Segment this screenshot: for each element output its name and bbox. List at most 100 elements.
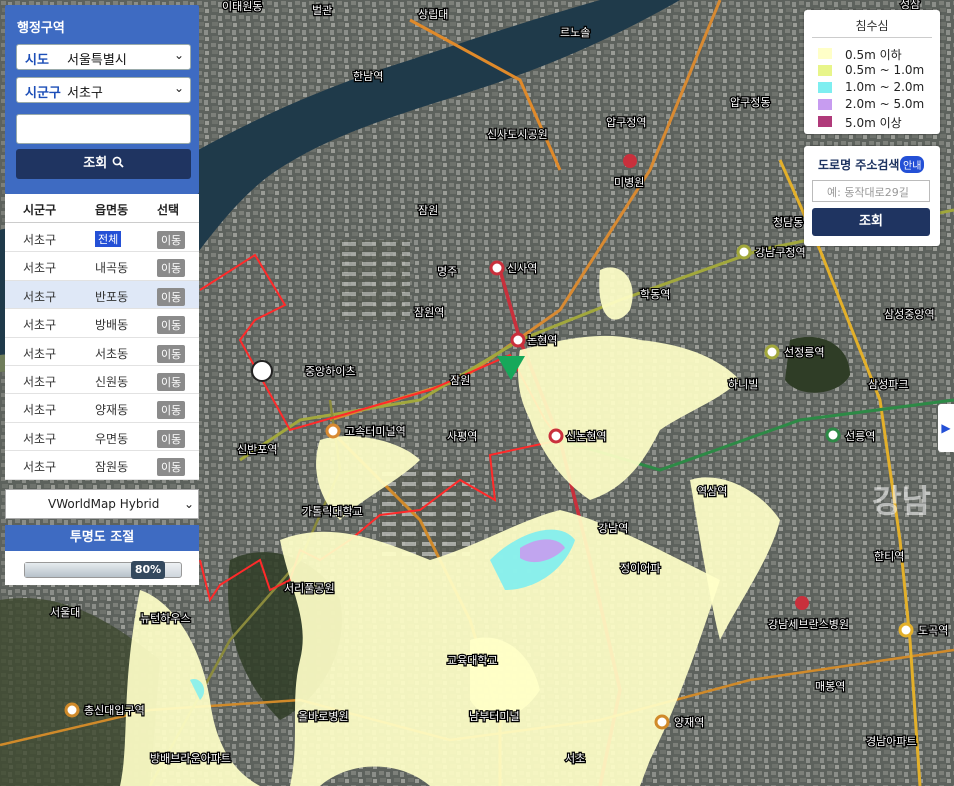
map-label: 잠원	[418, 204, 438, 217]
sido-select[interactable]: 시도 서울특별시 ⌄	[16, 44, 191, 70]
cell-dong[interactable]: 전체	[95, 231, 122, 247]
basemap-select[interactable]: VWorldMap Hybrid ⌄	[5, 489, 199, 519]
table-row[interactable]: 서초구 양재동 이동	[5, 394, 199, 422]
search-icon	[112, 156, 124, 168]
cell-dong: 신원동	[95, 375, 129, 389]
map-label: 강남구청역	[755, 246, 806, 259]
move-button[interactable]: 이동	[157, 259, 186, 278]
cell-dong: 내곡동	[95, 261, 129, 276]
map-label: 신논현역	[566, 430, 606, 443]
map-label: 서초	[565, 752, 585, 765]
basemap-value: VWorldMap Hybrid	[48, 497, 160, 511]
legend-swatch	[818, 116, 832, 127]
cell-sigungu: 서초구	[23, 289, 57, 304]
opacity-panel: 투명도 조절 80%	[5, 525, 199, 585]
map-label: 잠원역	[414, 306, 444, 319]
admin-region-panel: 행정구역 시도 서울특별시 ⌄ 시군구 서초구 ⌄ 조회	[5, 5, 199, 194]
slider-handle[interactable]: 80%	[131, 561, 165, 579]
sigungu-value: 서초구	[67, 86, 103, 101]
legend-title: 침수심	[855, 19, 889, 33]
panel-title: 행정구역	[17, 21, 65, 36]
map-label: 사평역	[447, 430, 477, 443]
map-label: 잠원	[450, 374, 470, 387]
map-label: 한남역	[353, 70, 383, 83]
hospital-icon	[795, 596, 809, 610]
station-icon	[898, 622, 914, 638]
map-label: 올바로병원	[298, 710, 349, 723]
table-row[interactable]: 서초구 우면동 이동	[5, 423, 199, 451]
legend-swatch	[818, 82, 832, 93]
map-label: 논현역	[527, 334, 557, 347]
map-label: 뉴턴하우스	[140, 611, 191, 625]
chevron-down-icon: ⌄	[173, 81, 184, 95]
cell-dong: 방배동	[95, 318, 129, 333]
map-label: 신반포역	[237, 443, 277, 456]
sigungu-select[interactable]: 시군구 서초구 ⌄	[16, 77, 191, 103]
map-label: 강남역	[598, 522, 628, 535]
table-row[interactable]: 서초구 내곡동 이동	[5, 252, 199, 280]
guide-badge[interactable]: 안내	[900, 156, 925, 173]
map-label: 하니빌	[728, 377, 758, 391]
legend-label: 5.0m 이상	[845, 116, 902, 130]
map-label: 미병원	[614, 176, 644, 189]
station-icon	[654, 714, 670, 730]
table-row[interactable]: 서초구 잠원동 이동	[5, 451, 199, 479]
road-address-input[interactable]: 예: 동작대로29길	[812, 180, 930, 202]
station-icon	[325, 423, 341, 439]
cell-sigungu: 서초구	[23, 431, 57, 446]
map-label: 한티역	[874, 550, 904, 563]
map-label: 상립대	[418, 8, 448, 21]
station-icon	[736, 244, 752, 260]
search-button-label: 조회	[83, 156, 108, 171]
expand-panel-button[interactable]: ▶	[938, 404, 954, 452]
cell-dong: 우면동	[95, 431, 129, 446]
map-label: 남부터미널	[469, 710, 520, 723]
move-button[interactable]: 이동	[157, 231, 186, 249]
move-button[interactable]: 이동	[157, 287, 186, 306]
map-label: 압구정동	[730, 96, 770, 109]
move-button[interactable]: 이동	[157, 373, 186, 391]
legend-swatch	[818, 99, 832, 110]
map-label: 압구정역	[606, 116, 646, 129]
table-row[interactable]: 서초구 방배동 이동	[5, 309, 199, 337]
map-label: 명주	[437, 265, 457, 278]
map-label: 매봉역	[815, 680, 845, 693]
cell-dong: 양재동	[95, 403, 129, 418]
map-label: 총신대입구역	[84, 704, 145, 717]
map-label: 역삼역	[697, 485, 727, 498]
table-row[interactable]: 서초구 전체 이동	[5, 224, 199, 252]
column-header: 읍면동	[95, 203, 129, 217]
move-button[interactable]: 이동	[157, 401, 186, 420]
table-row[interactable]: 서초구 신원동 이동	[5, 366, 199, 394]
table-row[interactable]: 서초구 반포동 이동	[5, 280, 199, 309]
opacity-slider[interactable]: 80%	[24, 561, 182, 579]
station-icon	[510, 332, 526, 348]
cell-sigungu: 서초구	[23, 346, 57, 361]
tunnel-icon	[251, 360, 273, 382]
apartment-block	[340, 240, 410, 320]
flood-depth-legend: 침수심 0.5m 이하 0.5m ~ 1.0m 1.0m ~ 2.0m 2.0m ~ …	[804, 10, 940, 134]
dong-search-input[interactable]	[16, 114, 191, 144]
dong-table: 시군구 읍면동 선택 서초구 전체 이동 서초구 내곡동 이동 서초구 반포동 이동 서초구 방배동…	[5, 194, 199, 480]
legend-swatch	[818, 48, 832, 59]
map-label: 삼성파크	[868, 378, 908, 391]
search-button[interactable]: 조회	[16, 149, 191, 179]
map-label: 도곡역	[918, 624, 948, 637]
cell-sigungu: 서초구	[23, 233, 57, 247]
move-button[interactable]: 이동	[157, 316, 186, 335]
sido-value: 서울특별시	[67, 53, 127, 68]
cell-sigungu: 서초구	[23, 375, 57, 389]
road-search-button[interactable]: 조회	[812, 208, 930, 236]
chevron-down-icon: ⌄	[173, 48, 184, 62]
chevron-down-icon: ⌄	[183, 497, 194, 511]
legend-label: 2.0m ~ 5.0m	[845, 97, 925, 111]
map-label: 가톨릭대학교	[302, 505, 363, 518]
move-button[interactable]: 이동	[157, 344, 186, 363]
move-button[interactable]: 이동	[157, 458, 186, 477]
column-header: 선택	[157, 203, 180, 217]
map-label: 서리풀공원	[284, 582, 335, 595]
road-address-search-panel: 도로명 주소검색 안내 예: 동작대로29길 조회	[804, 146, 940, 246]
move-button[interactable]: 이동	[157, 429, 186, 448]
cell-sigungu: 서초구	[23, 460, 57, 475]
table-row[interactable]: 서초구 서초동 이동	[5, 338, 199, 366]
